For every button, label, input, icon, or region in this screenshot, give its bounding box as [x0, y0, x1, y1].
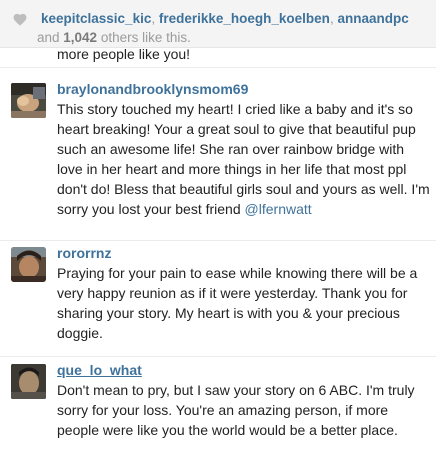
comment-text: Praying for your pain to ease while know…	[57, 265, 418, 341]
heart-icon[interactable]	[13, 13, 27, 26]
comment-username[interactable]: rororrnz	[57, 244, 111, 262]
comment-username[interactable]: que_lo_what	[57, 361, 142, 379]
likes-count[interactable]: 1,042	[63, 30, 97, 45]
liker-link[interactable]: keepitclassic_kic	[41, 11, 151, 26]
mention-link[interactable]: @lfernwatt	[245, 201, 312, 217]
comment-item: que_lo_what Don't mean to pry, but I saw…	[0, 357, 436, 476]
comment-item: braylonandbrooklynsmom69 This story touc…	[0, 68, 436, 240]
avatar[interactable]	[11, 247, 46, 282]
comment-item: rororrnz Praying for your pain to ease w…	[0, 241, 436, 356]
avatar[interactable]	[11, 364, 46, 399]
avatar[interactable]	[11, 83, 46, 118]
comment-text: Don't mean to pry, but I saw your story …	[57, 382, 415, 438]
comment-text: This story touched my heart! I cried lik…	[57, 99, 431, 219]
comment-text-body: This story touched my heart! I cried lik…	[57, 101, 430, 217]
likes-summary: keepitclassic_kic, frederikke_hoegh_koel…	[37, 9, 431, 47]
likes-bar: keepitclassic_kic, frederikke_hoegh_koel…	[0, 0, 436, 48]
likes-and-text: and	[37, 30, 64, 45]
comment-username[interactable]: braylonandbrooklynsmom69	[57, 80, 248, 98]
likes-separator: ,	[151, 11, 159, 26]
likes-others-text: others like this.	[97, 30, 191, 45]
liker-link[interactable]: frederikke_hoegh_koelben	[159, 11, 330, 26]
liker-link[interactable]: annaandpc	[337, 11, 408, 26]
